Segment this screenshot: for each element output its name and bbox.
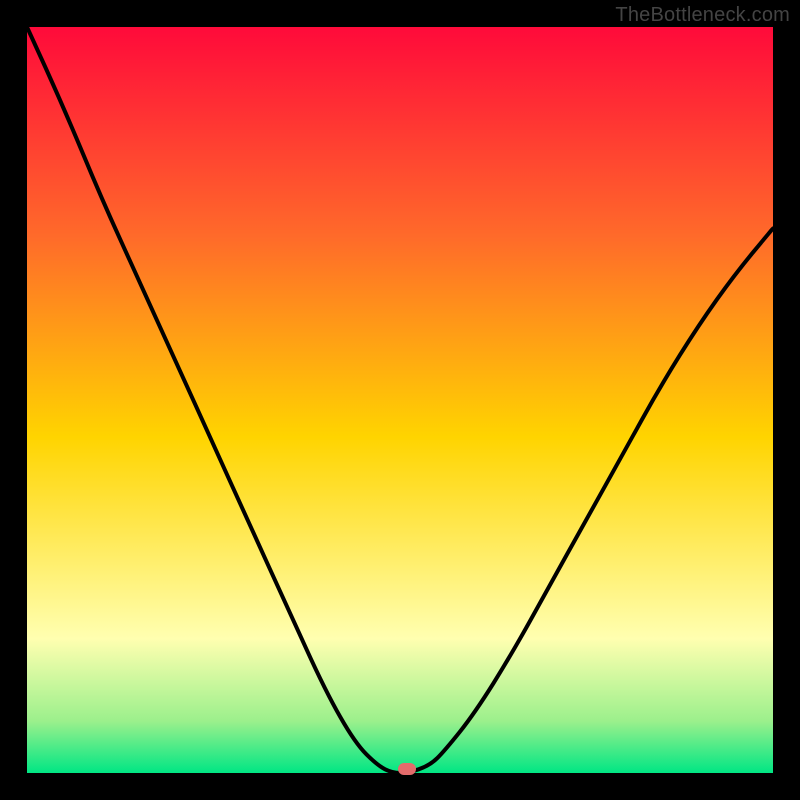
plot-area [27,27,773,773]
watermark-text: TheBottleneck.com [615,4,790,27]
plot-frame [27,27,773,773]
optimal-marker [398,763,416,775]
curve-layer [27,27,773,773]
chart-stage: TheBottleneck.com [0,0,800,800]
bottleneck-curve [27,27,773,773]
